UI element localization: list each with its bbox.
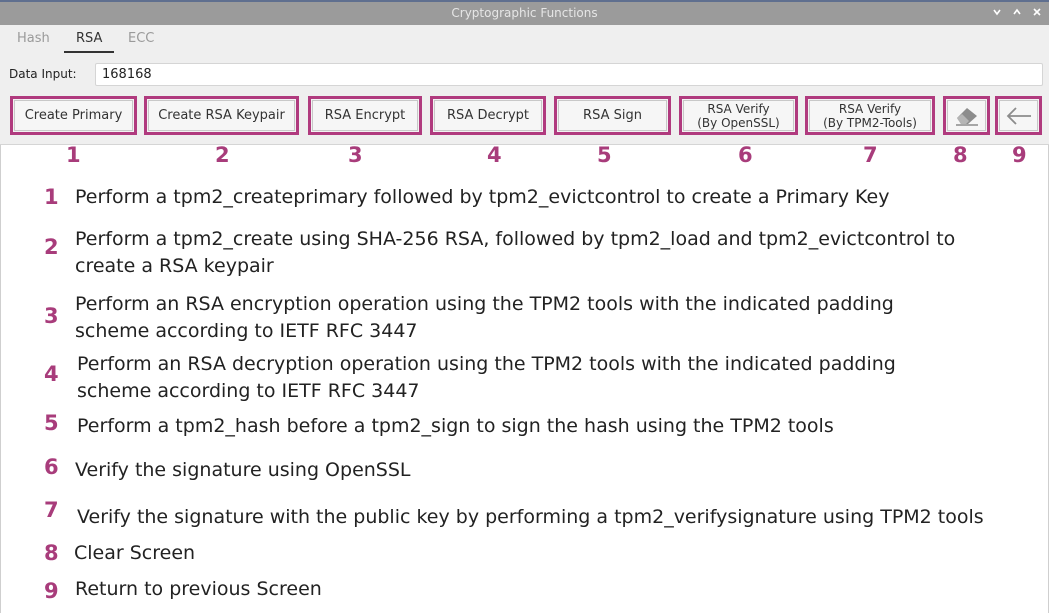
- button-number-4: 4: [487, 143, 502, 167]
- rsa-decrypt-button[interactable]: RSA Decrypt: [430, 96, 546, 135]
- data-input-row: Data Input: 168168: [0, 53, 1049, 93]
- rsa-encrypt-label: RSA Encrypt: [324, 107, 406, 123]
- rsa-verify-openssl-line2: (By OpenSSL): [697, 115, 780, 130]
- legend-text-9: Return to previous Screen: [75, 576, 1035, 603]
- legend-number-2: 2: [44, 235, 59, 259]
- window-title: Cryptographic Functions: [451, 6, 598, 20]
- legend-text-4-line1: Perform an RSA decryption operation usin…: [77, 353, 896, 375]
- rsa-sign-label: RSA Sign: [583, 107, 642, 123]
- button-number-6: 6: [738, 143, 753, 167]
- clear-button[interactable]: [943, 96, 990, 135]
- legend-text-5: Perform a tpm2_hash before a tpm2_sign t…: [77, 413, 1037, 440]
- rsa-verify-tpm2-button[interactable]: RSA Verify (By TPM2-Tools): [805, 96, 935, 135]
- create-rsa-keypair-button[interactable]: Create RSA Keypair: [144, 96, 299, 135]
- button-number-2: 2: [215, 143, 230, 167]
- button-number-3: 3: [348, 143, 363, 167]
- legend-text-8: Clear Screen: [74, 540, 1034, 567]
- button-number-8: 8: [953, 143, 968, 167]
- legend-text-2-line2: create a RSA keypair: [75, 255, 274, 277]
- title-bar: Cryptographic Functions: [0, 0, 1049, 25]
- legend-text-2-line1: Perform a tpm2_create using SHA-256 RSA,…: [75, 228, 956, 250]
- legend-text-4-line2: scheme according to IETF RFC 3447: [77, 380, 420, 402]
- legend-number-8: 8: [44, 541, 59, 565]
- arrow-left-icon: [1006, 106, 1031, 125]
- rsa-verify-openssl-button[interactable]: RSA Verify (By OpenSSL): [679, 96, 798, 135]
- legend-text-5-line: Perform a tpm2_hash before a tpm2_sign t…: [77, 415, 834, 437]
- legend-text-7: Verify the signature with the public key…: [77, 504, 1037, 531]
- legend-text-9-line: Return to previous Screen: [75, 578, 322, 600]
- legend-number-4: 4: [44, 362, 59, 386]
- tab-hash[interactable]: Hash: [17, 31, 50, 46]
- create-rsa-keypair-label: Create RSA Keypair: [158, 107, 285, 123]
- legend-text-6-line: Verify the signature using OpenSSL: [75, 459, 411, 481]
- chevron-down-icon[interactable]: [989, 6, 1005, 22]
- rsa-encrypt-button[interactable]: RSA Encrypt: [308, 96, 422, 135]
- legend-text-3: Perform an RSA encryption operation usin…: [75, 291, 1035, 345]
- legend-text-2: Perform a tpm2_create using SHA-256 RSA,…: [75, 226, 1035, 280]
- legend-text-4: Perform an RSA decryption operation usin…: [77, 351, 1037, 405]
- create-primary-button[interactable]: Create Primary: [10, 96, 137, 135]
- button-number-1: 1: [66, 143, 81, 167]
- legend-text-6: Verify the signature using OpenSSL: [75, 457, 1035, 484]
- back-button[interactable]: [995, 96, 1042, 135]
- create-primary-label: Create Primary: [24, 107, 123, 123]
- data-input-field[interactable]: 168168: [95, 63, 1043, 86]
- legend-text-3-line1: Perform an RSA encryption operation usin…: [75, 293, 894, 315]
- legend-number-6: 6: [44, 455, 59, 479]
- rsa-decrypt-label: RSA Decrypt: [446, 107, 530, 123]
- button-toolbar: Create Primary Create RSA Keypair RSA En…: [0, 93, 1049, 145]
- rsa-verify-tpm2-line2: (By TPM2-Tools): [823, 115, 917, 130]
- data-input-label: Data Input:: [9, 67, 77, 81]
- legend-text-7-line: Verify the signature with the public key…: [77, 506, 984, 528]
- legend-text-3-line2: scheme according to IETF RFC 3447: [75, 320, 418, 342]
- eraser-icon: [955, 107, 978, 126]
- legend-number-1: 1: [44, 185, 59, 209]
- rsa-verify-tpm2-line1: RSA Verify: [838, 101, 902, 116]
- close-icon[interactable]: [1029, 6, 1045, 22]
- tab-bar: Hash RSA ECC: [0, 25, 1049, 53]
- button-number-9: 9: [1012, 143, 1027, 167]
- legend-number-7: 7: [44, 498, 59, 522]
- button-number-7: 7: [863, 143, 878, 167]
- rsa-verify-openssl-line1: RSA Verify: [707, 101, 770, 116]
- button-number-5: 5: [597, 143, 612, 167]
- legend-text-1-line: Perform a tpm2_createprimary followed by…: [75, 186, 890, 208]
- tab-rsa[interactable]: RSA: [76, 31, 102, 46]
- legend-number-5: 5: [44, 411, 59, 435]
- chevron-up-icon[interactable]: [1009, 6, 1025, 22]
- rsa-sign-button[interactable]: RSA Sign: [554, 96, 671, 135]
- legend-number-3: 3: [44, 304, 59, 328]
- tab-ecc[interactable]: ECC: [128, 31, 154, 46]
- legend-number-9: 9: [44, 579, 59, 603]
- legend-text-1: Perform a tpm2_createprimary followed by…: [75, 184, 1035, 211]
- legend-text-8-line: Clear Screen: [74, 542, 196, 564]
